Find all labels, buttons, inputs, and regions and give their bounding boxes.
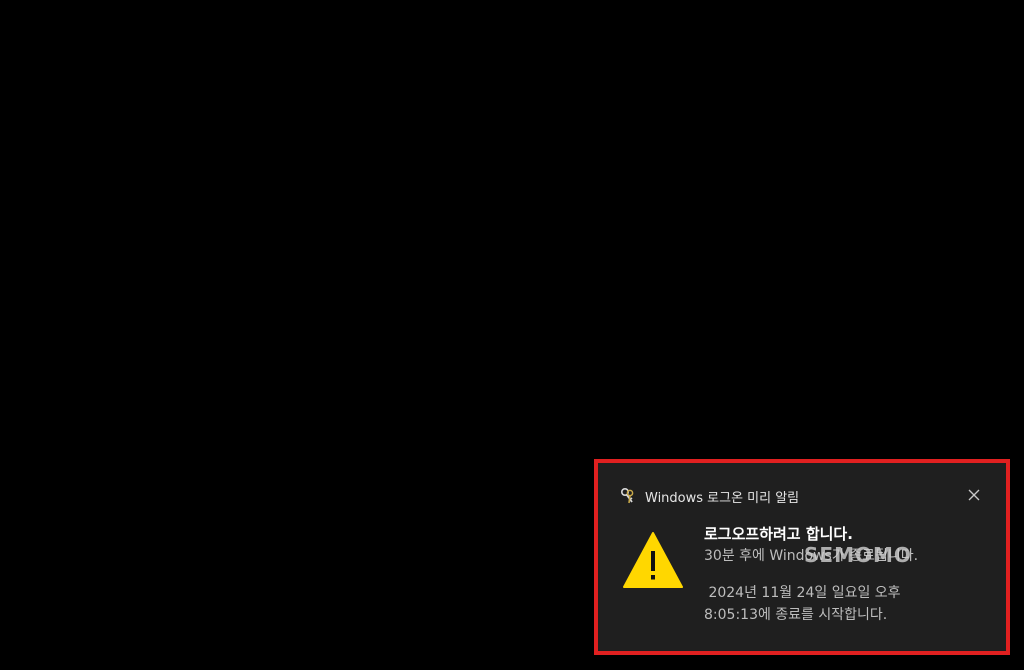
warning-icon (623, 532, 683, 588)
highlight-frame: Windows 로그온 미리 알림 로그오프하려고 합니다. 30분 후에 Wi… (594, 459, 1010, 655)
toast-time-line: 8:05:13에 종료를 시작합니다. (704, 607, 888, 623)
toast-content: 로그오프하려고 합니다. 30분 후에 Windows가 종료됩니다. 2024… (704, 523, 994, 626)
close-button[interactable] (964, 485, 984, 505)
toast-title: 로그오프하려고 합니다. (704, 525, 853, 543)
keys-icon (620, 487, 634, 504)
app-name: Windows 로그온 미리 알림 (645, 490, 800, 506)
close-icon (968, 489, 980, 501)
toast-notification[interactable]: Windows 로그온 미리 알림 로그오프하려고 합니다. 30분 후에 Wi… (598, 463, 1006, 651)
toast-header: Windows 로그온 미리 알림 (619, 485, 799, 507)
watermark: SEMOMO (804, 543, 912, 567)
toast-date-line: 2024년 11월 24일 일요일 오후 (704, 585, 901, 601)
